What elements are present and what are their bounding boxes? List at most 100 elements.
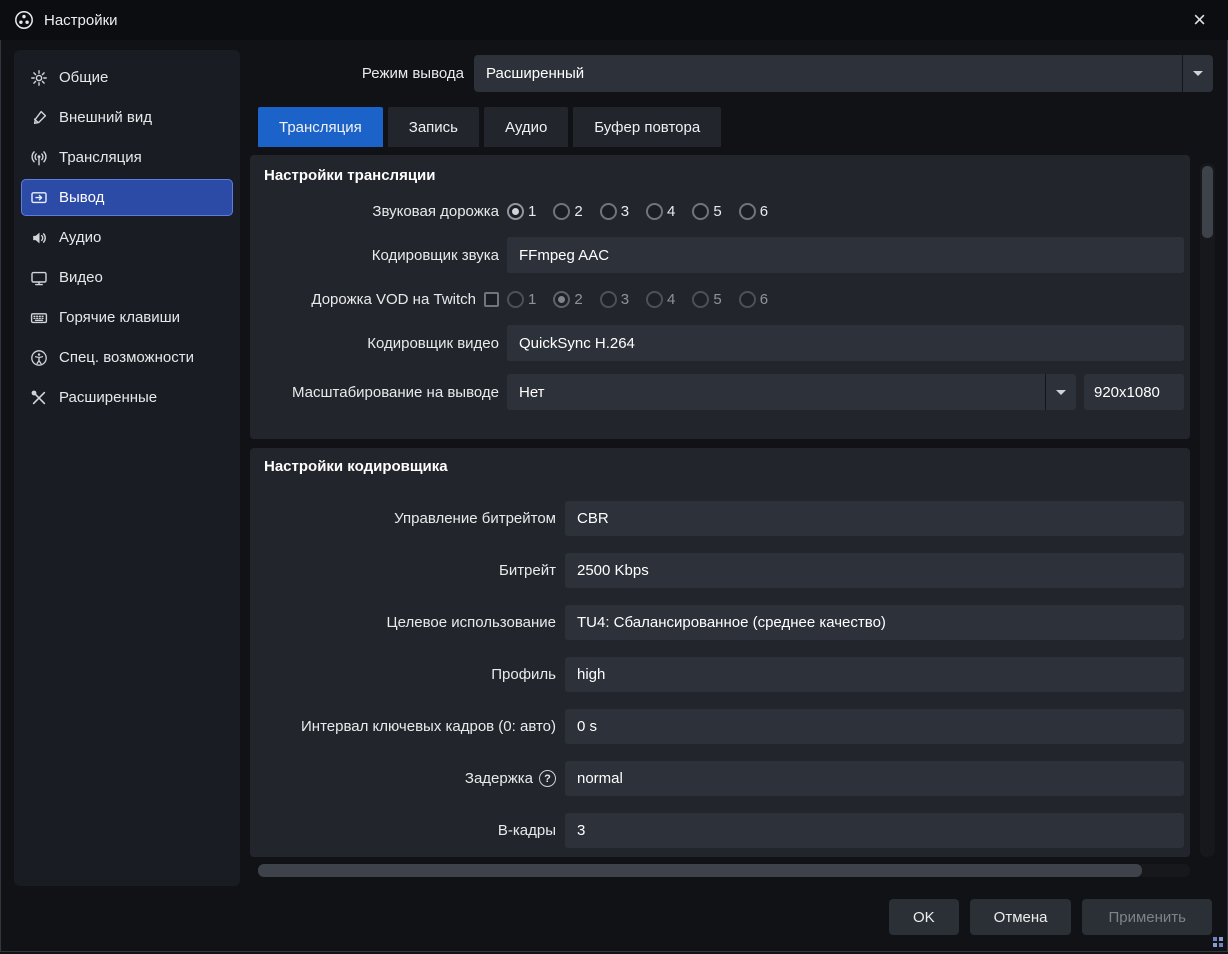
output-mode-value: Расширенный [486, 65, 585, 82]
audio-encoder-row: Кодировщик звука FFmpeg AAC [262, 237, 1184, 273]
video-encoder-select[interactable]: QuickSync H.264 [507, 325, 1184, 361]
accessibility-icon [30, 349, 48, 367]
audio-encoder-select[interactable]: FFmpeg AAC [507, 237, 1184, 273]
target-usage-select[interactable]: TU4: Сбалансированное (среднее качество) [565, 605, 1184, 640]
sidebar-item-label: Расширенные [59, 389, 158, 406]
encoder-settings-panel: Настройки кодировщика Управление битрейт… [250, 448, 1190, 857]
sidebar-item-label: Трансляция [59, 149, 142, 166]
help-icon[interactable]: ? [539, 770, 556, 787]
latency-row: Задержка ? normal [262, 761, 1184, 796]
sidebar-item-audio[interactable]: Аудио [21, 219, 233, 256]
twitch-vod-checkbox[interactable] [484, 291, 499, 307]
panel-title: Настройки трансляции [264, 167, 436, 184]
rescale-output-value: Нет [519, 383, 545, 401]
video-encoder-row: Кодировщик видео QuickSync H.264 [262, 325, 1184, 361]
profile-row: Профиль high [262, 657, 1184, 692]
obs-logo-icon [14, 10, 34, 30]
speaker-icon [30, 229, 48, 247]
twitch-vod-row: Дорожка VOD на Twitch 1 2 3 4 5 6 [262, 286, 1184, 312]
sidebar-item-advanced[interactable]: Расширенные [21, 379, 233, 416]
vertical-scrollbar-thumb[interactable] [1202, 166, 1213, 238]
target-usage-row: Целевое использование TU4: Сбалансирован… [262, 605, 1184, 640]
window-title: Настройки [44, 11, 118, 29]
video-encoder-label: Кодировщик видео [367, 334, 499, 352]
resize-grip-icon[interactable] [1212, 936, 1225, 949]
audio-track-radio-4[interactable]: 4 [646, 202, 675, 220]
profile-select[interactable]: high [565, 657, 1184, 692]
monitor-icon [30, 269, 48, 287]
rate-control-label: Управление битрейтом [394, 510, 556, 527]
sidebar-item-label: Видео [59, 269, 103, 286]
audio-track-radio-2[interactable]: 2 [553, 202, 583, 220]
audio-track-radio-3[interactable]: 3 [599, 202, 629, 220]
vod-track-radio-4[interactable]: 4 [646, 290, 675, 308]
twitch-vod-label: Дорожка VOD на Twitch [262, 291, 507, 308]
vod-track-radio-6[interactable]: 6 [738, 290, 768, 308]
sidebar-item-general[interactable]: Общие [21, 59, 233, 96]
bitrate-label: Битрейт [498, 562, 556, 579]
sidebar-item-label: Общие [59, 69, 109, 86]
audio-track-radio-6[interactable]: 6 [738, 202, 768, 220]
close-icon[interactable]: × [1185, 7, 1214, 33]
tab-replay-buffer[interactable]: Буфер повтора [573, 107, 722, 147]
latency-label: Задержка ? [262, 770, 565, 787]
bitrate-row: Битрейт 2500 Kbps [262, 553, 1184, 588]
horizontal-scrollbar-thumb[interactable] [258, 864, 1142, 877]
apply-button[interactable]: Применить [1082, 899, 1212, 935]
audio-track-label: Звуковая дорожка [372, 202, 499, 220]
panel-title: Настройки кодировщика [264, 458, 448, 475]
target-usage-label: Целевое использование [386, 614, 556, 631]
vod-track-radio-2[interactable]: 2 [553, 290, 583, 308]
rescale-output-row: Масштабирование на выводе Нет 920x1080 [262, 374, 1184, 410]
rate-control-row: Управление битрейтом CBR [262, 501, 1184, 536]
chevron-down-icon [1182, 55, 1213, 92]
audio-track-radio-group: 1 2 3 4 5 6 [507, 202, 785, 220]
keyframe-interval-input[interactable]: 0 s [565, 709, 1184, 744]
latency-select[interactable]: normal [565, 761, 1184, 796]
cancel-button[interactable]: Отмена [969, 899, 1072, 935]
bframes-input[interactable]: 3 [565, 813, 1184, 848]
profile-label: Профиль [491, 666, 556, 683]
twitch-vod-radio-group: 1 2 3 4 5 6 [507, 290, 785, 308]
sidebar-item-hotkeys[interactable]: Горячие клавиши [21, 299, 233, 336]
sidebar-item-label: Спец. возможности [59, 349, 194, 366]
tab-audio[interactable]: Аудио [483, 107, 569, 147]
tab-recording[interactable]: Запись [387, 107, 479, 147]
output-mode-row: Режим вывода Расширенный [250, 55, 1213, 92]
tab-streaming[interactable]: Трансляция [258, 107, 383, 147]
audio-encoder-label: Кодировщик звука [371, 246, 499, 264]
sidebar-item-label: Внешний вид [59, 109, 152, 126]
settings-window: Настройки × Общие Внешний вид Трансляция… [0, 0, 1228, 952]
audio-track-radio-5[interactable]: 5 [692, 202, 722, 220]
rate-control-select[interactable]: CBR [565, 501, 1184, 536]
ok-button[interactable]: OK [888, 899, 959, 935]
sidebar-item-stream[interactable]: Трансляция [21, 139, 233, 176]
vod-track-radio-1[interactable]: 1 [507, 290, 536, 308]
titlebar: Настройки × [0, 0, 1228, 40]
chevron-down-icon [1045, 374, 1076, 410]
output-mode-select[interactable]: Расширенный [474, 55, 1213, 92]
sidebar-item-video[interactable]: Видео [21, 259, 233, 296]
bframes-row: В-кадры 3 [262, 813, 1184, 848]
bitrate-input[interactable]: 2500 Kbps [565, 553, 1184, 588]
audio-track-radio-1[interactable]: 1 [507, 202, 536, 220]
paintbrush-icon [30, 109, 48, 127]
gear-icon [30, 69, 48, 87]
vod-track-radio-3[interactable]: 3 [599, 290, 629, 308]
vertical-scrollbar[interactable] [1200, 163, 1215, 857]
sidebar-item-label: Аудио [59, 229, 102, 246]
tools-icon [30, 389, 48, 407]
streaming-settings-panel: Настройки трансляции Звуковая дорожка 1 … [250, 155, 1190, 439]
output-tabs: Трансляция Запись Аудио Буфер повтора [258, 107, 722, 147]
sidebar-item-appearance[interactable]: Внешний вид [21, 99, 233, 136]
keyboard-icon [30, 309, 48, 327]
keyframe-interval-row: Интервал ключевых кадров (0: авто) 0 s [262, 709, 1184, 744]
audio-track-row: Звуковая дорожка 1 2 3 4 5 6 [262, 198, 1184, 224]
sidebar-item-accessibility[interactable]: Спец. возможности [21, 339, 233, 376]
horizontal-scrollbar[interactable] [258, 864, 1190, 877]
rescale-output-select[interactable]: Нет [507, 374, 1076, 410]
sidebar-item-output[interactable]: Вывод [21, 179, 233, 216]
rescale-resolution-field[interactable]: 920x1080 [1084, 374, 1184, 410]
broadcast-icon [30, 149, 48, 167]
vod-track-radio-5[interactable]: 5 [692, 290, 722, 308]
